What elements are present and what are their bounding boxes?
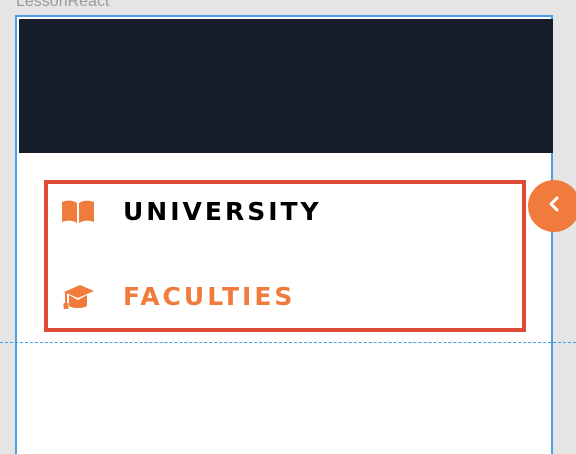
app-header bbox=[19, 19, 553, 153]
menu-item-faculties[interactable]: FACULTIES bbox=[60, 277, 295, 317]
menu-item-label: UNIVERSITY bbox=[123, 197, 322, 226]
book-open-icon bbox=[60, 198, 96, 226]
graduation-cap-icon bbox=[60, 283, 96, 311]
sidebar-toggle-button[interactable] bbox=[528, 180, 576, 232]
guide-line bbox=[0, 342, 576, 343]
design-canvas: LessonReact UNIVERSITY FACULTIES bbox=[0, 0, 576, 454]
sidebar-menu: UNIVERSITY FACULTIES bbox=[44, 180, 526, 332]
menu-item-university[interactable]: UNIVERSITY bbox=[60, 192, 322, 232]
chevron-left-icon bbox=[548, 196, 560, 216]
menu-item-label: FACULTIES bbox=[123, 282, 296, 311]
frame-title: LessonReact bbox=[16, 0, 110, 10]
